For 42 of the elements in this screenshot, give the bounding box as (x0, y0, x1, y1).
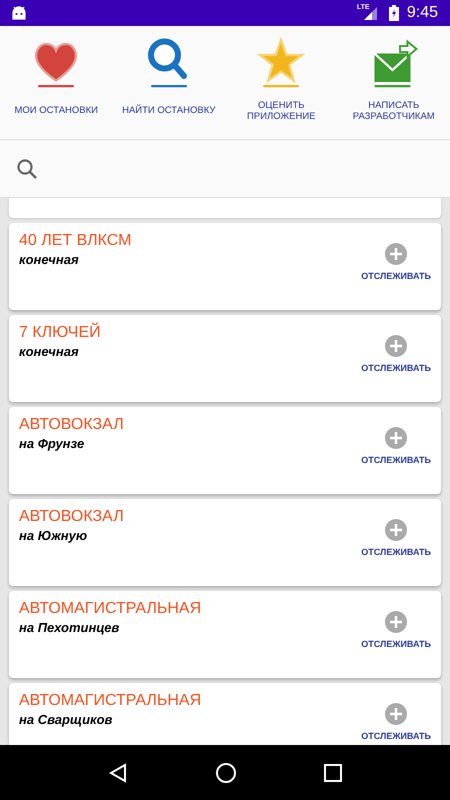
stop-card[interactable]: АВТОМАГИСТРАЛЬНАЯ на Сварщиков ОТСЛЕЖИВАТЬ (9, 683, 441, 745)
menu-button[interactable]: НАПИСАТЬ РАЗРАБОТЧИКАМ (338, 26, 450, 139)
track-button[interactable]: ОТСЛЕЖИВАТЬ (361, 231, 431, 284)
stop-direction: на Южную (19, 527, 88, 545)
stop-direction: конечная (19, 251, 79, 269)
plus-icon (385, 703, 408, 725)
home-icon[interactable] (214, 762, 237, 784)
search-icon[interactable] (16, 158, 38, 180)
stop-direction: на Пехотинцев (19, 619, 120, 637)
signal-icon (364, 7, 377, 20)
recents-icon[interactable] (324, 764, 342, 782)
track-button[interactable]: ОТСЛЕЖИВАТЬ (361, 415, 431, 468)
track-button[interactable]: ОТСЛЕЖИВАТЬ (361, 599, 431, 652)
stop-card[interactable]: АВТОМАГИСТРАЛЬНАЯ на Пехотинцев ОТСЛЕЖИВАТЬ (9, 591, 441, 678)
track-button[interactable]: ОТСЛЕЖИВАТЬ (361, 323, 431, 376)
menu-button[interactable]: НАЙТИ ОСТАНОВКУ (112, 26, 225, 139)
stop-name: АВТОМАГИСТРАЛЬНАЯ (19, 691, 202, 711)
stop-direction: конечная (19, 343, 79, 361)
plus-icon (385, 427, 408, 449)
stop-card[interactable]: АВТОВОКЗАЛ на Южную ОТСЛЕЖИВАТЬ (9, 499, 441, 586)
track-button[interactable]: ОТСЛЕЖИВАТЬ (361, 507, 431, 560)
stop-name: 7 КЛЮЧЕЙ (19, 323, 101, 343)
android-icon (12, 6, 26, 20)
plus-icon (385, 335, 408, 357)
clock-time: 9:45 (406, 3, 438, 23)
stop-name: АВТОВОКЗАЛ (19, 507, 124, 527)
stop-direction: на Фрунзе (19, 435, 84, 453)
menu-button[interactable]: МОИ ОСТАНОВКИ (0, 26, 112, 139)
stop-name: 40 ЛЕТ ВЛКСМ (19, 231, 132, 251)
plus-icon (385, 519, 408, 541)
battery-charging-icon (388, 5, 399, 21)
plus-icon (385, 243, 408, 265)
stop-card[interactable]: 7 КЛЮЧЕЙ конечная ОТСЛЕЖИВАТЬ (9, 315, 441, 402)
stop-name: АВТОМАГИСТРАЛЬНАЯ (19, 599, 202, 619)
track-button[interactable]: ОТСЛЕЖИВАТЬ (361, 691, 431, 744)
stop-card[interactable]: 40 ЛЕТ ВЛКСМ конечная ОТСЛЕЖИВАТЬ (9, 223, 441, 310)
back-icon[interactable] (108, 762, 128, 782)
plus-icon (385, 611, 408, 633)
stop-name: АВТОВОКЗАЛ (19, 415, 124, 435)
stop-direction: на Сварщиков (19, 711, 112, 729)
stop-card[interactable]: АВТОВОКЗАЛ на Фрунзе ОТСЛЕЖИВАТЬ (9, 407, 441, 494)
menu-button[interactable]: ОЦЕНИТЬ ПРИЛОЖЕНИЕ (225, 26, 338, 139)
